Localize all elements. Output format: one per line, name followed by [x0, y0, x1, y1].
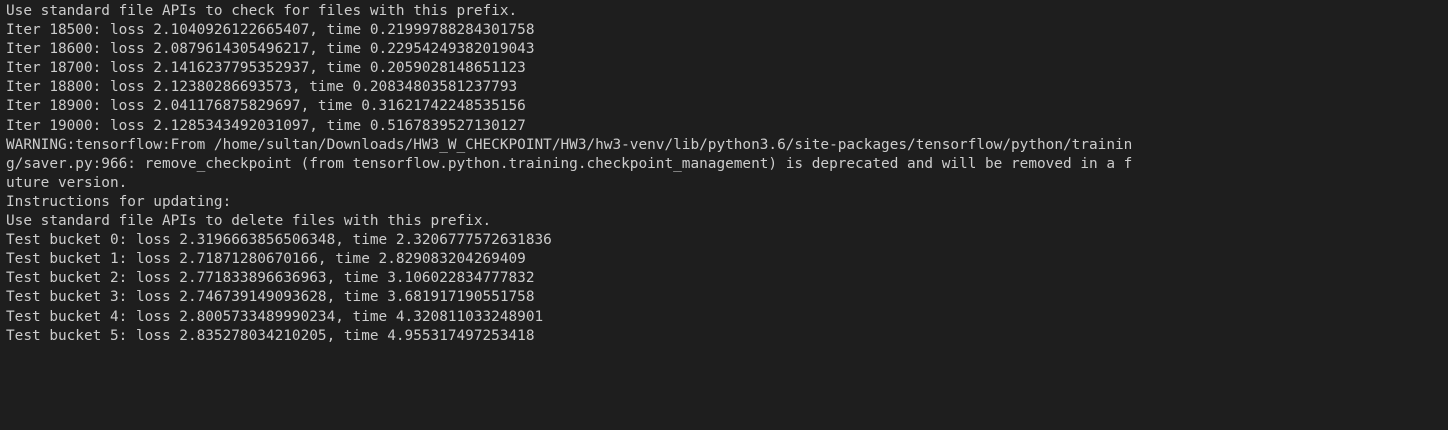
terminal-line: Test bucket 0: loss 2.3196663856506348, …: [6, 232, 552, 249]
terminal-line: Iter 18700: loss 2.1416237795352937, tim…: [6, 60, 526, 77]
terminal-line: uture version.: [6, 174, 128, 191]
terminal-line: Use standard file APIs to check for file…: [6, 3, 518, 19]
terminal-line: Iter 18500: loss 2.1040926122665407, tim…: [6, 22, 535, 39]
terminal-line: WARNING:tensorflow:From /home/sultan/Dow…: [6, 136, 1133, 153]
terminal-line: Test bucket 1: loss 2.71871280670166, ti…: [6, 251, 526, 268]
terminal-line: Test bucket 5: loss 2.835278034210205, t…: [6, 327, 535, 344]
terminal-line: Test bucket 3: loss 2.746739149093628, t…: [6, 289, 535, 306]
terminal-line: Iter 18900: loss 2.041176875829697, time…: [6, 98, 526, 115]
terminal-line: g/saver.py:966: remove_checkpoint (from …: [6, 155, 1133, 172]
terminal-line: Instructions for updating:: [6, 193, 232, 210]
terminal-line: Test bucket 2: loss 2.771833896636963, t…: [6, 270, 535, 287]
terminal-line: Iter 18800: loss 2.12380286693573, time …: [6, 79, 518, 96]
terminal-line: Test bucket 4: loss 2.8005733489990234, …: [6, 308, 544, 325]
terminal-line: Use standard file APIs to delete files w…: [6, 213, 492, 230]
terminal-line: Iter 18600: loss 2.0879614305496217, tim…: [6, 41, 535, 58]
terminal-line: Iter 19000: loss 2.1285343492031097, tim…: [6, 117, 526, 134]
terminal-output[interactable]: Use standard file APIs to check for file…: [0, 0, 1448, 430]
